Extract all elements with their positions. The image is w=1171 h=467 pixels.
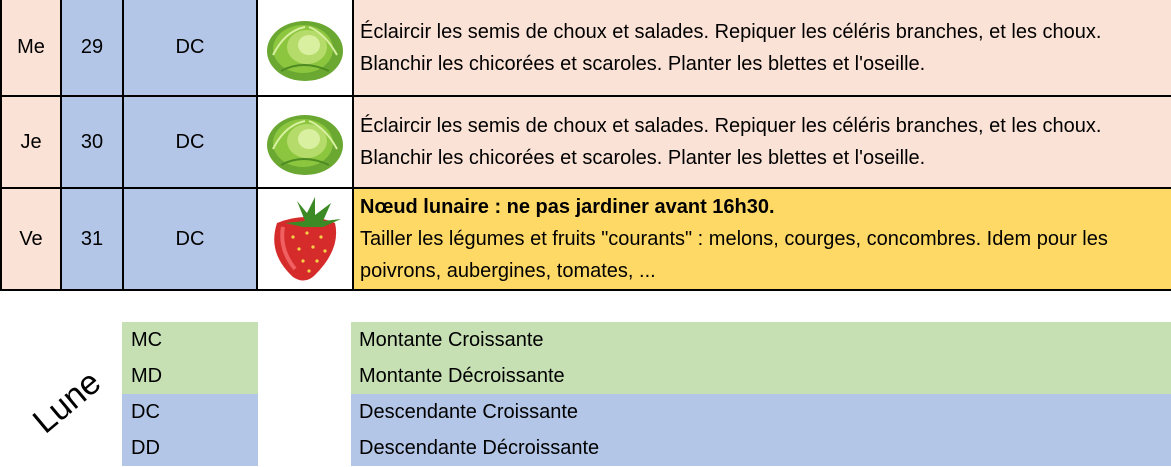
day-cell: Ve	[0, 187, 62, 291]
moon-phase-cell: DC	[122, 0, 258, 97]
task-description: Tailler les légumes et fruits "courants"…	[360, 228, 1108, 282]
legend-label: Descendante Croissante	[351, 394, 1171, 430]
day-cell: Me	[0, 0, 62, 97]
moon-phase-cell: DC	[122, 95, 258, 189]
legend-code: DD	[122, 430, 258, 466]
task-text: Éclaircir les semis de choux et salades.…	[352, 95, 1171, 189]
cabbage-icon	[256, 95, 354, 189]
legend-code: MD	[122, 358, 258, 394]
legend-label: Descendante Décroissante	[351, 430, 1171, 466]
calendar-table: Me 29 DC Éclaircir les semis de choux et…	[0, 0, 1171, 291]
lunar-node-warning: Nœud lunaire : ne pas jardiner avant 16h…	[360, 196, 775, 218]
strawberry-icon	[256, 187, 354, 291]
calendar-row: Me 29 DC Éclaircir les semis de choux et…	[0, 0, 1171, 97]
legend-code: MC	[122, 322, 258, 358]
legend-row: MD Montante Décroissante	[0, 358, 1171, 394]
task-text: Nœud lunaire : ne pas jardiner avant 16h…	[352, 187, 1171, 291]
day-cell: Je	[0, 95, 62, 189]
legend-label: Montante Décroissante	[351, 358, 1171, 394]
date-cell: 30	[60, 95, 124, 189]
moon-phase-cell: DC	[122, 187, 258, 291]
calendar-row: Je 30 DC Éclaircir les semis de choux et…	[0, 95, 1171, 189]
date-cell: 31	[60, 187, 124, 291]
legend-label: Montante Croissante	[351, 322, 1171, 358]
legend-code: DC	[122, 394, 258, 430]
legend-row: DC Descendante Croissante	[0, 394, 1171, 430]
date-cell: 29	[60, 0, 124, 97]
calendar-row: Ve 31 DC Nœud lunaire : ne pas jardiner …	[0, 187, 1171, 291]
cabbage-icon	[256, 0, 354, 97]
legend-row: MC Montante Croissante	[0, 322, 1171, 358]
legend-row: DD Descendante Décroissante	[0, 430, 1171, 466]
moon-legend: MC Montante Croissante MD Montante Décro…	[0, 322, 1171, 467]
task-text: Éclaircir les semis de choux et salades.…	[352, 0, 1171, 97]
